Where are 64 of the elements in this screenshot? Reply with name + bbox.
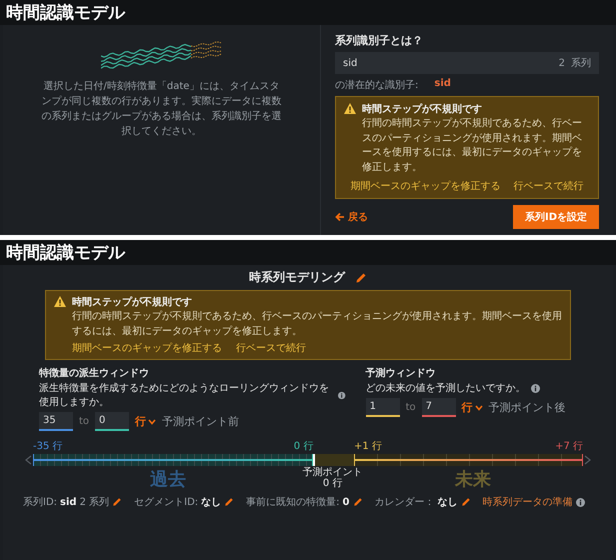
number-input[interactable]: 7 [422,398,456,417]
warning-title: 時間ステップが不規則です [72,295,193,309]
forecast-point-rows: 0 行 [322,478,342,489]
past-label: 過去 [148,468,187,491]
info-icon[interactable] [576,498,584,506]
footer-value: なし [201,496,222,509]
series-id-field[interactable]: sid 2 系列 [335,52,599,74]
warning-text: 行間の時間ステップが不規則であるため、行ベースのパーティショニングが使用されます。期間ベースを使用するには、最初にデータのギャップを修正します。 [72,310,562,338]
question-heading: 系列識別子とは？ [335,33,424,48]
warning-link[interactable]: 期間ベースのギャップを修正する [350,179,500,193]
number-input[interactable]: 0 [95,412,130,431]
page-title: 時間認識モデル [6,3,125,23]
potential-id-value: sid [434,78,451,91]
chevron-down-icon [474,404,483,410]
window-title: 特徴量の派生ウィンドウ [39,366,150,380]
window-question: 派生特徴量を作成するためにどのようなローリングウィンドウを使用しますか。 [39,382,330,409]
pencil-icon[interactable] [352,497,362,507]
info-icon[interactable] [338,390,346,400]
pencil-icon[interactable] [224,497,234,507]
footer-label: セグメントID: [134,496,198,509]
back-link[interactable]: 戻る [335,210,368,224]
warning-link[interactable]: 行ベースで続行 [236,341,306,355]
timeline-label: +1 行 [354,440,382,453]
warning-text: 行間の時間ステップが不規則であるため、行ベースのパーティショニングが使用されます。期間ベースを使用するには、最初にデータのギャップを修正します。 [362,117,583,174]
number-input[interactable]: 1 [366,398,400,417]
footer-value: なし [438,496,458,509]
page-title: 時間認識モデル [6,243,125,263]
section-title: 時系列モデリング [249,269,345,286]
info-icon[interactable] [530,384,540,392]
window-suffix: 予測ポイント後 [488,400,566,415]
footer-count: 2 系列 [80,496,110,509]
window-title: 予測ウィンドウ [366,366,437,380]
unit-dropdown[interactable]: 行 [135,414,156,429]
description-text: 選択した日付/時刻特徴量「date」には、タイムスタンプが同じ複数の行があります。実際にデータに複数の系列またはグループがある場合は、系列識別子を選択してください。 [42,80,282,139]
timeline-label: -35 行 [33,440,63,453]
warning-title: 時間ステップが不規則です [362,102,483,116]
warning-icon [344,103,356,114]
pencil-icon[interactable] [355,272,367,284]
pencil-icon[interactable] [460,497,470,507]
pencil-icon[interactable] [112,497,122,507]
forecast-point-label: 予測ポイント [302,467,363,478]
to-label: to [79,416,90,427]
gap-bar [313,454,354,466]
window-question: どの未来の値を予測したいですか。 [366,382,526,395]
number-input[interactable]: 35 [39,412,73,431]
warning-icon [54,296,66,307]
footer-label: 事前に既知の特徴量: [246,496,340,509]
footer-label: カレンダー： [374,496,434,509]
timeline-label: 0 行 [294,440,314,453]
potential-id-label: の潜在的な識別子: [335,78,418,92]
unit-dropdown[interactable]: 行 [462,400,483,415]
timeline-label: +7 行 [555,440,583,453]
back-arrow-icon [335,212,345,222]
footer-value: 0 [342,496,350,508]
warning-link[interactable]: 行ベースで続行 [514,179,584,193]
to-label: to [406,402,416,413]
prepare-data-link[interactable]: 時系列データの準備 [482,495,572,509]
footer-label: 系列ID: [23,496,58,509]
footer-value: sid [60,496,77,508]
set-series-id-button[interactable]: 系列IDを設定 [512,205,599,229]
warning-link[interactable]: 期間ベースのギャップを修正する [72,341,222,355]
window-suffix: 予測ポイント前 [162,414,240,429]
chevron-down-icon [148,418,156,424]
future-label: 未来 [454,468,492,491]
